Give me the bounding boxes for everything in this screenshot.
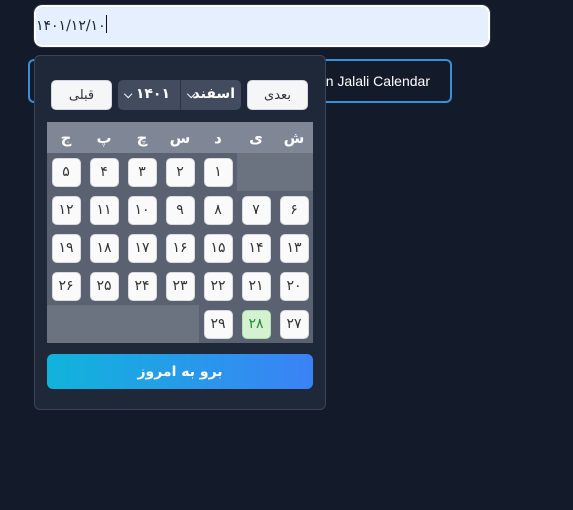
day-button[interactable]: ۷: [241, 195, 271, 225]
weekday-header: پ: [85, 122, 123, 153]
day-button[interactable]: ۱۷: [127, 233, 157, 263]
day-cell: ۱۸: [85, 229, 123, 267]
day-cell: ۲۴: [123, 267, 161, 305]
day-button[interactable]: ۲۲: [203, 271, 233, 301]
day-button[interactable]: ۵: [51, 157, 81, 187]
day-cell: ۱۳: [275, 229, 313, 267]
jalali-datepicker-popup: قبلی ⌵ ۱۴۰۱ ⌵ اسفند بعدی شیدسچپج۱۲۳۴۵۶۷۸…: [34, 55, 326, 410]
day-button-today[interactable]: ۲۸: [241, 309, 271, 339]
day-cell: ۲۳: [161, 267, 199, 305]
day-button[interactable]: ۱۱: [89, 195, 119, 225]
month-year-selects: ⌵ ۱۴۰۱ ⌵ اسفند: [118, 80, 241, 110]
empty-cell: [123, 305, 161, 343]
day-button[interactable]: ۱۳: [279, 233, 309, 263]
day-button[interactable]: ۹: [165, 195, 195, 225]
day-cell: ۱۹: [47, 229, 85, 267]
day-button[interactable]: ۱۹: [51, 233, 81, 263]
day-cell: ۳: [123, 153, 161, 191]
prev-month-button[interactable]: قبلی: [51, 80, 112, 110]
weekday-header: س: [161, 122, 199, 153]
date-input-value: ۱۴۰۱/۱۲/۱۰: [36, 18, 106, 34]
weekday-header: ش: [275, 122, 313, 153]
day-button[interactable]: ۱۸: [89, 233, 119, 263]
year-select[interactable]: ⌵ ۱۴۰۱: [118, 80, 181, 110]
day-cell: ۱۲: [47, 191, 85, 229]
day-cell: ۱۰: [123, 191, 161, 229]
day-cell: ۱۴: [237, 229, 275, 267]
day-cell: ۱۶: [161, 229, 199, 267]
calendar-grid: ش ی د س چ پ ج ۱ ۲ ۳ ۴ ۵ ۶ ۷ ۸ ۹ ۱۰ ۱۱ ۱۲ ۱۳ ۱۴ ۱۵ ۱۶ ۱۷ ۱۸ ۱۹ ۲۰ ۲۱…: [47, 122, 313, 343]
day-button[interactable]: ۲۷: [279, 309, 309, 339]
weekday-header: ی: [237, 122, 275, 153]
day-cell: ۵: [47, 153, 85, 191]
day-button[interactable]: ۶: [279, 195, 309, 225]
day-button[interactable]: ۲۱: [241, 271, 271, 301]
day-button[interactable]: ۲۵: [89, 271, 119, 301]
show-calendar-label: n Jalali Calendar: [325, 73, 430, 89]
day-button[interactable]: ۱۶: [165, 233, 195, 263]
month-select[interactable]: ⌵ اسفند: [181, 80, 241, 110]
day-button[interactable]: ۱۴: [241, 233, 271, 263]
day-cell: ۲۲: [199, 267, 237, 305]
day-cell: ۲۰: [275, 267, 313, 305]
month-select-value: اسفند: [192, 86, 235, 102]
weekday-header: چ: [123, 122, 161, 153]
day-cell: ۲۱: [237, 267, 275, 305]
day-cell: ۲۹: [199, 305, 237, 343]
day-cell: ۷: [237, 191, 275, 229]
day-button[interactable]: ۲۴: [127, 271, 157, 301]
day-cell: ۸: [199, 191, 237, 229]
day-button[interactable]: ۸: [203, 195, 233, 225]
year-select-value: ۱۴۰۱: [135, 86, 170, 102]
empty-cell: [85, 305, 123, 343]
chevron-down-icon: ⌵: [124, 88, 133, 101]
day-cell: ۱۱: [85, 191, 123, 229]
weekday-header: ج: [47, 122, 85, 153]
day-button[interactable]: ۲۳: [165, 271, 195, 301]
next-month-button[interactable]: بعدی: [247, 80, 308, 110]
day-button[interactable]: ۲: [165, 157, 195, 187]
day-cell: ۶: [275, 191, 313, 229]
day-cell: ۱: [199, 153, 237, 191]
weekday-header: د: [199, 122, 237, 153]
day-cell: ۲۵: [85, 267, 123, 305]
day-button[interactable]: ۲۹: [203, 309, 233, 339]
go-to-today-button[interactable]: برو به امروز: [47, 354, 313, 389]
day-cell: ۲۸: [237, 305, 275, 343]
empty-cell: [275, 153, 313, 191]
text-caret: [105, 15, 107, 33]
date-input[interactable]: ۱۴۰۱/۱۲/۱۰: [33, 4, 491, 48]
day-button[interactable]: ۱۰: [127, 195, 157, 225]
day-button[interactable]: ۴: [89, 157, 119, 187]
empty-cell: [47, 305, 85, 343]
day-cell: ۴: [85, 153, 123, 191]
day-button[interactable]: ۲۶: [51, 271, 81, 301]
day-button[interactable]: ۱: [203, 157, 233, 187]
empty-cell: [161, 305, 199, 343]
day-cell: ۹: [161, 191, 199, 229]
day-button[interactable]: ۱۵: [203, 233, 233, 263]
day-cell: ۱۷: [123, 229, 161, 267]
day-cell: ۲: [161, 153, 199, 191]
day-cell: ۲۶: [47, 267, 85, 305]
day-button[interactable]: ۲۰: [279, 271, 309, 301]
day-button[interactable]: ۳: [127, 157, 157, 187]
day-button[interactable]: ۱۲: [51, 195, 81, 225]
day-cell: ۲۷: [275, 305, 313, 343]
day-cell: ۱۵: [199, 229, 237, 267]
empty-cell: [237, 153, 275, 191]
